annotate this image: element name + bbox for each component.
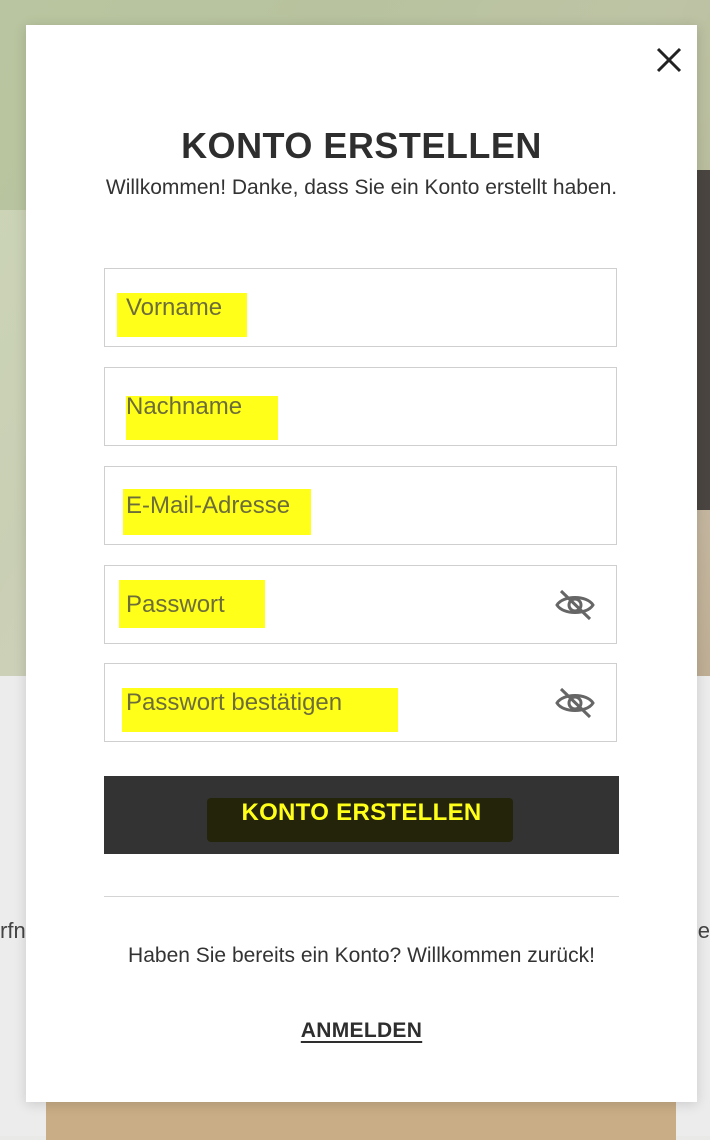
password-confirm-visibility-toggle[interactable]: [554, 684, 596, 722]
email-field: [104, 466, 617, 545]
password-field: [104, 565, 617, 644]
create-account-button-label: KONTO ERSTELLEN: [241, 799, 482, 826]
first-name-input[interactable]: [105, 269, 616, 346]
last-name-field: [104, 367, 617, 446]
password-input[interactable]: [105, 566, 616, 643]
divider: [104, 896, 619, 897]
background-text-left: rfn: [0, 918, 26, 943]
email-input[interactable]: [105, 467, 616, 544]
create-account-button[interactable]: KONTO ERSTELLEN: [104, 776, 619, 854]
last-name-input[interactable]: [105, 368, 616, 445]
eye-slash-icon: [555, 687, 595, 719]
first-name-field: [104, 268, 617, 347]
background-card: [46, 1100, 676, 1140]
have-account-text: Haben Sie bereits ein Konto? Willkommen …: [128, 944, 595, 967]
close-button[interactable]: [654, 45, 684, 75]
modal-title: KONTO ERSTELLEN: [181, 125, 542, 166]
create-account-modal: KONTO ERSTELLEN Willkommen! Danke, dass …: [26, 25, 697, 1102]
password-confirm-field: [104, 663, 617, 742]
password-visibility-toggle[interactable]: [554, 586, 596, 624]
modal-subtitle: Willkommen! Danke, dass Sie ein Konto er…: [105, 176, 618, 199]
login-link[interactable]: ANMELDEN: [26, 1019, 697, 1043]
password-confirm-input[interactable]: [105, 664, 616, 741]
background-text-right: e: [697, 918, 710, 943]
close-icon: [656, 47, 682, 73]
eye-slash-icon: [555, 589, 595, 621]
